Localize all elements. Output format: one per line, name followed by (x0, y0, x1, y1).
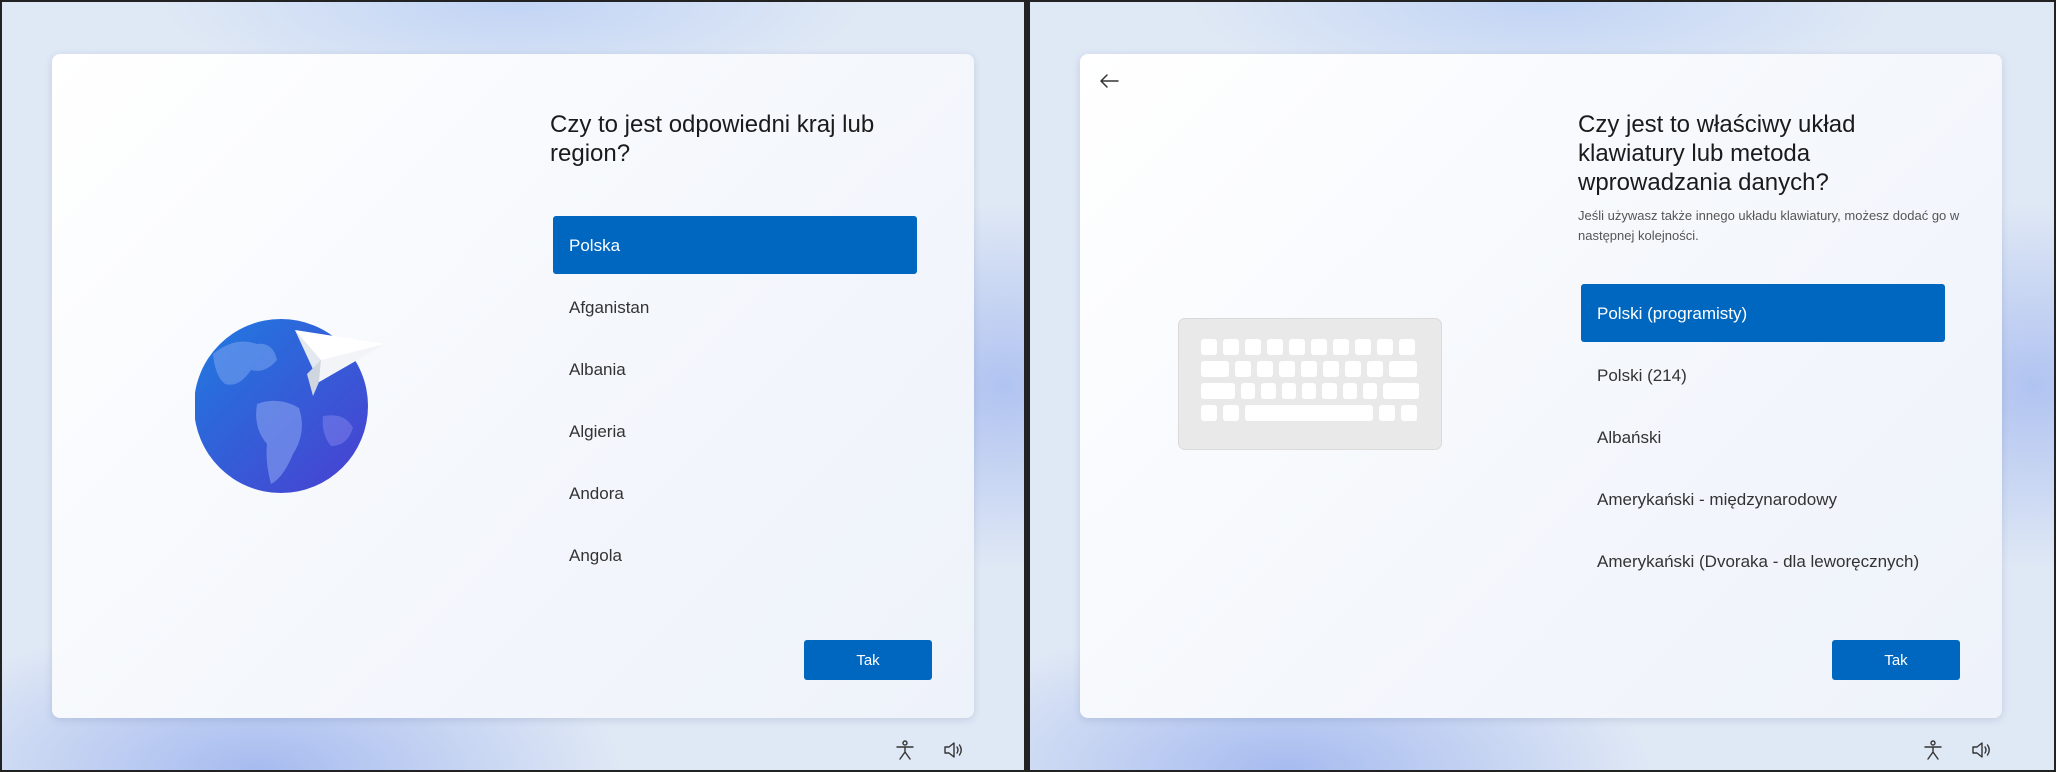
list-item-selected[interactable]: Polski (programisty) (1581, 284, 1945, 342)
keyboard-card: Czy jest to właściwy układ klawiatury lu… (1080, 54, 2002, 718)
page-subtitle: Jeśli używasz także innego układu klawia… (1578, 208, 1960, 243)
back-button[interactable] (1092, 66, 1126, 96)
accessibility-icon[interactable] (894, 739, 916, 761)
region-list: Polska Afganistan Albania Algieria Andor… (553, 216, 917, 588)
region-card: Czy to jest odpowiedni kraj lub region? … (52, 54, 974, 718)
keyboard-setup-screen: Czy jest to właściwy układ klawiatury lu… (1030, 2, 2054, 770)
keyboard-row (1201, 405, 1419, 421)
back-arrow-icon (1100, 74, 1119, 88)
list-item[interactable]: Albański (1581, 408, 1945, 466)
keyboard-layout-list: Polski (programisty) Polski (214) Albańs… (1581, 284, 1945, 594)
globe-illustration (195, 319, 385, 493)
list-item[interactable]: Polski (214) (1581, 346, 1945, 404)
keyboard-row (1201, 361, 1419, 377)
accessibility-icon[interactable] (1922, 739, 1944, 761)
list-item[interactable]: Algieria (553, 402, 917, 460)
keyboard-row (1201, 339, 1419, 355)
list-item[interactable]: Afganistan (553, 278, 917, 336)
keyboard-row (1201, 383, 1419, 399)
volume-icon[interactable] (942, 739, 964, 761)
volume-icon[interactable] (1970, 739, 1992, 761)
page-title: Czy jest to właściwy układ klawiatury lu… (1578, 111, 1856, 196)
confirm-button[interactable]: Tak (804, 640, 932, 680)
keyboard-illustration (1178, 318, 1442, 450)
region-setup-screen: Czy to jest odpowiedni kraj lub region? … (2, 2, 1024, 770)
page-title: Czy to jest odpowiedni kraj lub region? (550, 111, 875, 167)
list-item[interactable]: Andora (553, 464, 917, 522)
list-item[interactable]: Albania (553, 340, 917, 398)
confirm-button[interactable]: Tak (1832, 640, 1960, 680)
list-item[interactable]: Amerykański (Dvoraka - dla leworęcznych) (1581, 532, 1945, 590)
list-item[interactable]: Amerykański - międzynarodowy (1581, 470, 1945, 528)
list-item-selected[interactable]: Polska (553, 216, 917, 274)
list-item[interactable]: Angola (553, 526, 917, 584)
